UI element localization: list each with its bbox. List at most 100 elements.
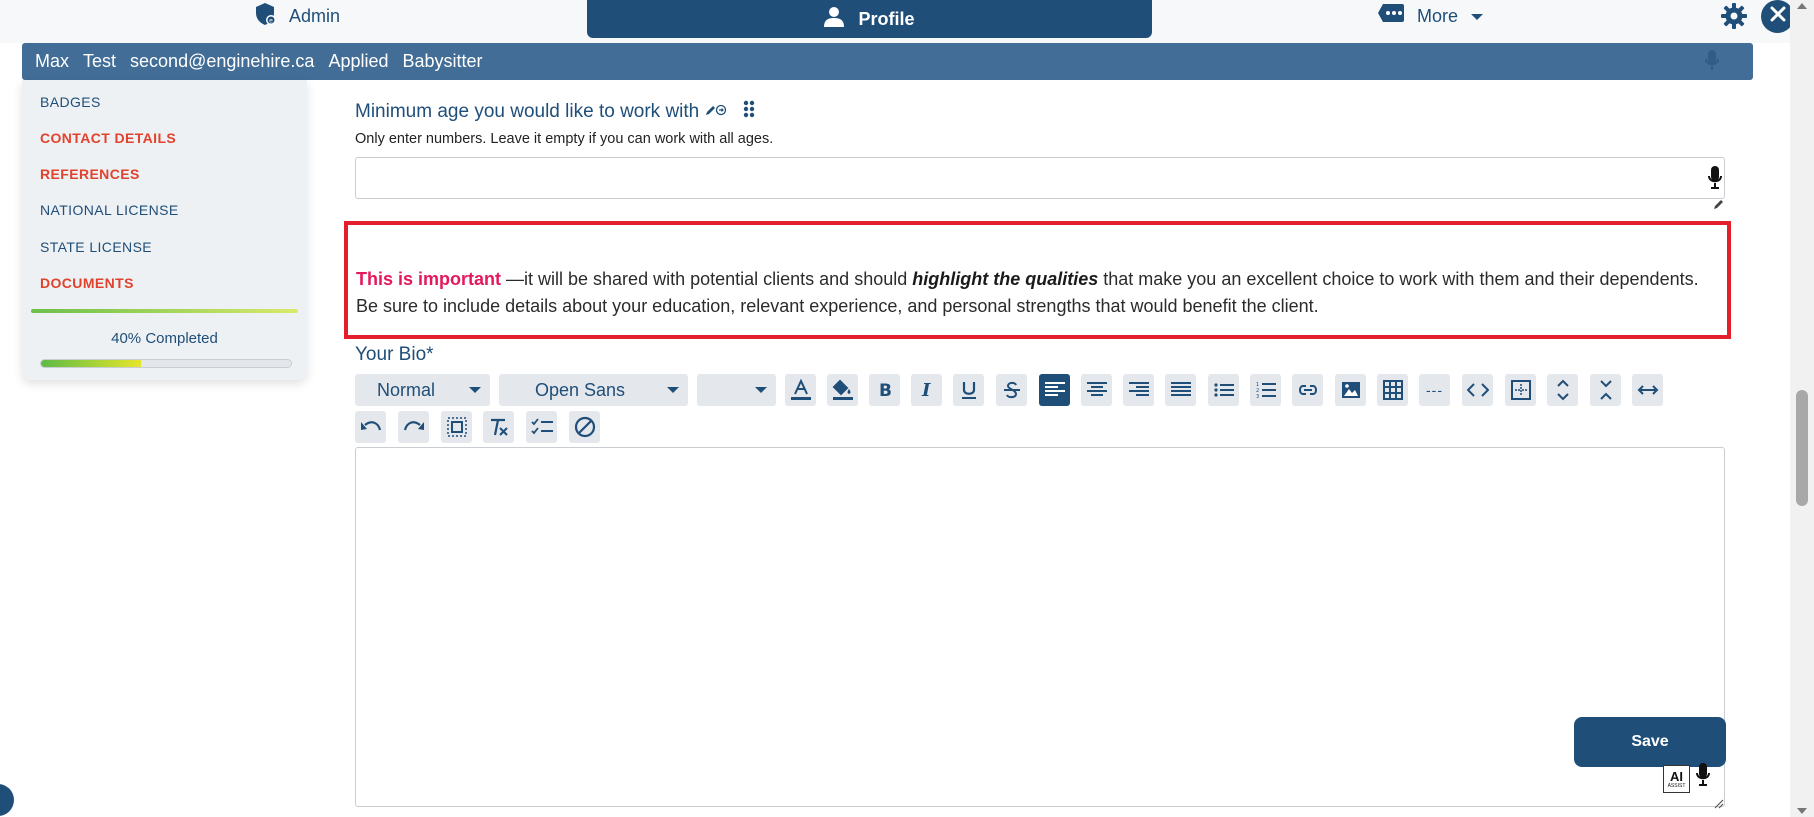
min-age-label: Minimum age you would like to work with (355, 101, 700, 122)
align-right-icon (1128, 381, 1149, 399)
tab-more[interactable]: More (1377, 3, 1484, 29)
progress-bar (40, 359, 292, 368)
tab-profile-label: Profile (858, 8, 915, 29)
bold-button[interactable]: B (869, 374, 900, 406)
edit-field-icon[interactable] (705, 101, 727, 123)
close-icon (1770, 6, 1786, 27)
scroll-down-arrow[interactable] (1797, 808, 1807, 814)
text-color-icon (790, 379, 812, 401)
candidate-email: second@enginehire.ca (130, 51, 315, 71)
sidebar-item-references[interactable]: REFERENCES (40, 166, 140, 182)
sidebar-divider (31, 309, 298, 313)
callout-text-before: —it will be shared with potential client… (501, 269, 913, 289)
candidate-status: Applied (328, 51, 389, 71)
candidate-last-name: Test (83, 51, 117, 71)
sidebar-item-national-license[interactable]: NATIONAL LICENSE (40, 202, 179, 218)
microphone-icon[interactable] (1696, 763, 1710, 792)
chevron-down-icon (1470, 6, 1484, 27)
page: e Admin Profile More Max Test second@eng… (0, 0, 1814, 817)
underline-icon (960, 380, 978, 400)
insert-image-button[interactable] (1335, 374, 1366, 406)
show-blocks-button[interactable] (1505, 374, 1536, 406)
strikethrough-button[interactable] (996, 374, 1027, 406)
align-right-button[interactable] (1123, 374, 1154, 406)
strikethrough-icon (1003, 381, 1021, 399)
table-icon (1382, 380, 1403, 400)
link-icon (1297, 383, 1319, 397)
message-dots-icon (1377, 3, 1405, 30)
callout-highlight: highlight the qualities (912, 269, 1099, 289)
page-scrollbar[interactable] (1790, 0, 1814, 817)
tab-profile[interactable]: Profile (587, 0, 1152, 38)
bullet-list-icon (1213, 382, 1234, 398)
checklist-button[interactable] (526, 411, 557, 443)
scroll-up-arrow[interactable] (1797, 3, 1807, 9)
insert-table-button[interactable] (1377, 374, 1408, 406)
font-family-select[interactable]: Open Sans (499, 374, 688, 406)
ai-assist-button[interactable]: AI ASSIST (1663, 765, 1690, 793)
clear-format-button[interactable] (483, 411, 514, 443)
ai-assist-label: AI (1670, 768, 1683, 784)
chevron-down-icon (755, 387, 767, 393)
expand-button[interactable] (1547, 374, 1578, 406)
numbered-list-icon: 123 (1256, 381, 1276, 399)
candidate-info-bar: Max Test second@enginehire.ca Applied Ba… (22, 43, 1753, 80)
bio-editor[interactable] (355, 447, 1725, 807)
svg-text:B: B (879, 381, 892, 399)
sidebar-item-state-license[interactable]: STATE LICENSE (40, 239, 152, 255)
image-icon (1341, 381, 1361, 399)
gear-icon[interactable] (1721, 3, 1747, 29)
align-left-button[interactable] (1039, 374, 1070, 406)
paint-bucket-icon (832, 379, 854, 401)
sidebar-item-badges[interactable]: BADGES (40, 94, 101, 110)
underline-button[interactable] (953, 374, 984, 406)
scroll-thumb[interactable] (1796, 390, 1808, 506)
chevron-down-icon (667, 387, 679, 393)
highlight-color-button[interactable] (827, 374, 858, 406)
code-view-button[interactable] (1462, 374, 1493, 406)
font-family-value: Open Sans (535, 379, 626, 400)
microphone-icon[interactable] (1708, 166, 1722, 195)
user-icon (824, 6, 845, 33)
drag-handle-icon[interactable] (743, 100, 755, 124)
min-age-input[interactable] (355, 157, 1725, 199)
shield-icon: e (255, 2, 277, 31)
callout-important: This is important (356, 269, 502, 289)
collapse-button[interactable] (1590, 374, 1621, 406)
progress-fill (41, 360, 141, 367)
bio-label: Your Bio* (355, 344, 434, 365)
align-center-button[interactable] (1081, 374, 1112, 406)
select-all-button[interactable] (441, 411, 472, 443)
undo-button[interactable] (355, 411, 386, 443)
horizontal-rule-button[interactable]: --- (1419, 374, 1450, 406)
align-justify-button[interactable] (1165, 374, 1196, 406)
top-nav: e Admin Profile More (0, 0, 1814, 43)
help-widget-button[interactable] (0, 784, 14, 816)
full-width-button[interactable] (1632, 374, 1663, 406)
bullet-list-button[interactable] (1208, 374, 1239, 406)
numbered-list-button[interactable]: 123 (1250, 374, 1281, 406)
code-icon (1466, 383, 1489, 397)
paragraph-style-value: Normal (377, 379, 436, 400)
sidebar-item-documents[interactable]: DOCUMENTS (40, 275, 134, 291)
italic-icon: I (919, 381, 935, 399)
pencil-icon[interactable] (1713, 197, 1725, 215)
candidate-role: Babysitter (402, 51, 483, 71)
insert-link-button[interactable] (1292, 374, 1323, 406)
candidate-first-name: Max (35, 51, 70, 71)
resize-handle-icon[interactable] (1714, 796, 1724, 814)
italic-button[interactable]: I (911, 374, 942, 406)
paragraph-style-select[interactable]: Normal (355, 374, 490, 406)
redo-button[interactable] (398, 411, 429, 443)
save-button[interactable]: Save (1574, 717, 1726, 767)
clear-format-icon (489, 417, 509, 437)
ai-assist-sublabel: ASSIST (1667, 782, 1686, 789)
sidebar-item-contact-details[interactable]: CONTACT DETAILS (40, 130, 176, 146)
text-color-button[interactable] (785, 374, 816, 406)
font-size-select[interactable] (697, 374, 776, 406)
tab-admin[interactable]: e Admin (255, 2, 340, 31)
min-age-field-title: Minimum age you would like to work with (355, 100, 755, 124)
arrows-horizontal-icon (1637, 383, 1659, 397)
svg-text:e: e (269, 17, 273, 24)
disable-button[interactable] (569, 411, 600, 443)
